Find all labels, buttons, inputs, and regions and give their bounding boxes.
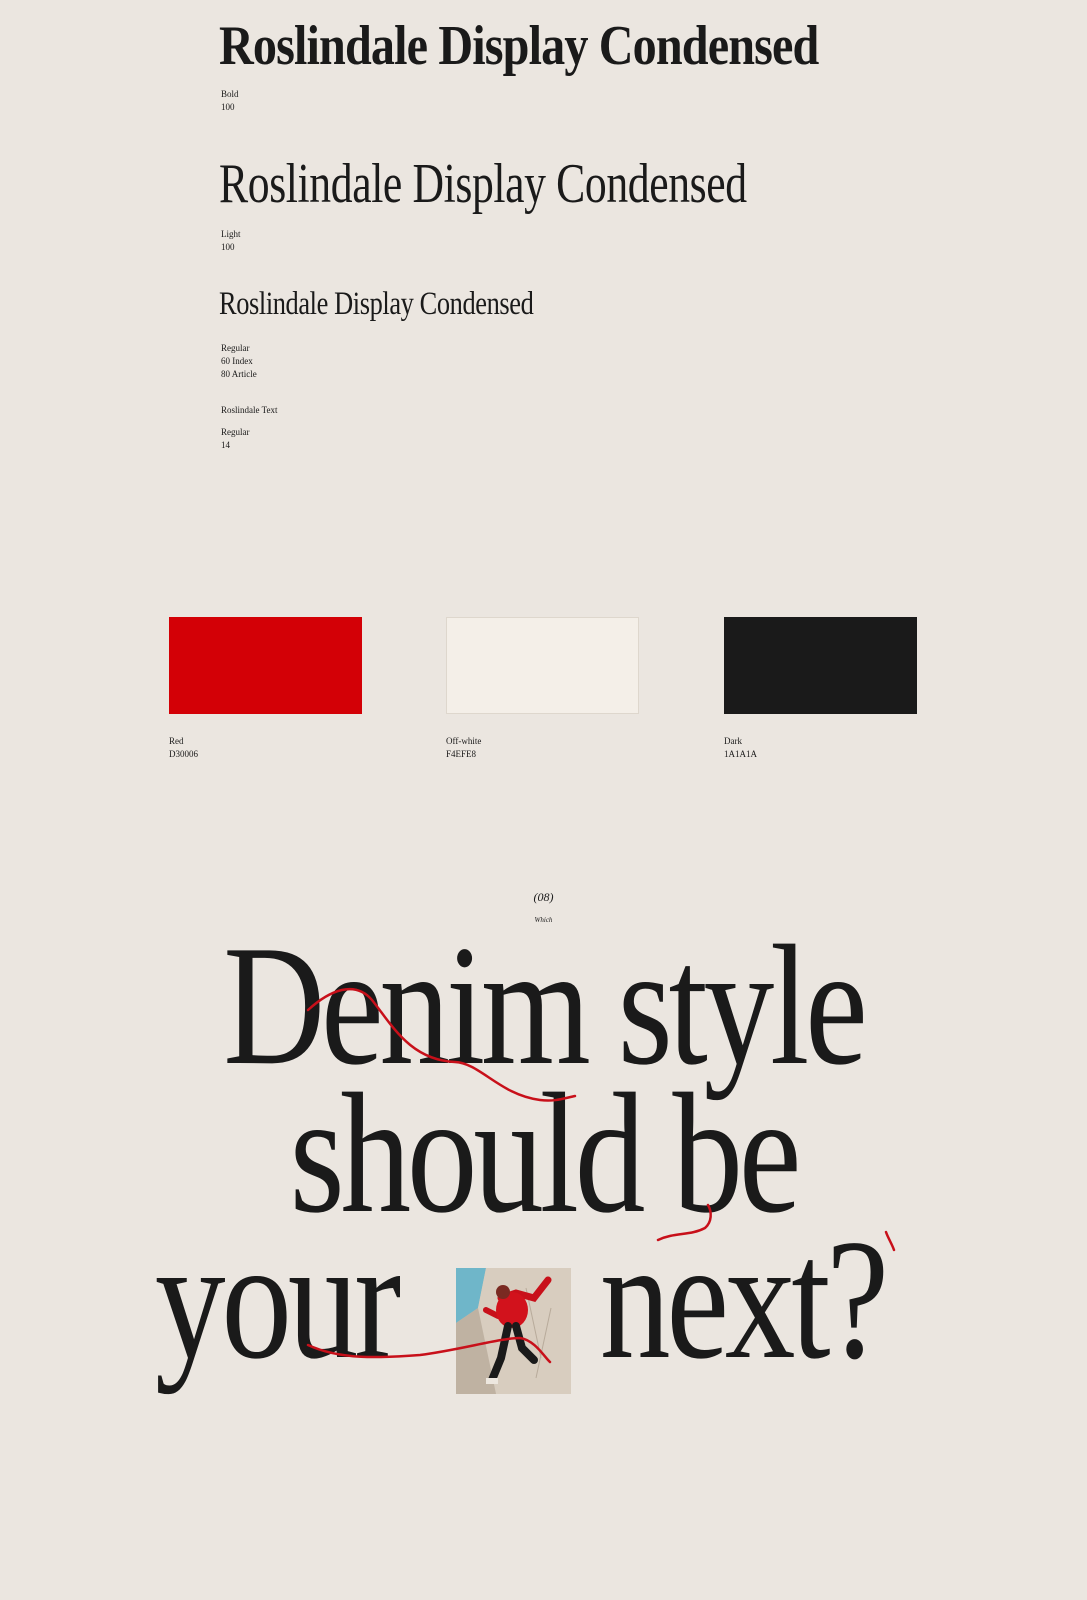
scribble-line-2 (656, 1203, 712, 1242)
scribble-line-3 (306, 1336, 552, 1364)
red-scribble-overlay (306, 987, 896, 1364)
scribble-line-1 (306, 987, 577, 1102)
scribble-line-4 (884, 1230, 896, 1252)
